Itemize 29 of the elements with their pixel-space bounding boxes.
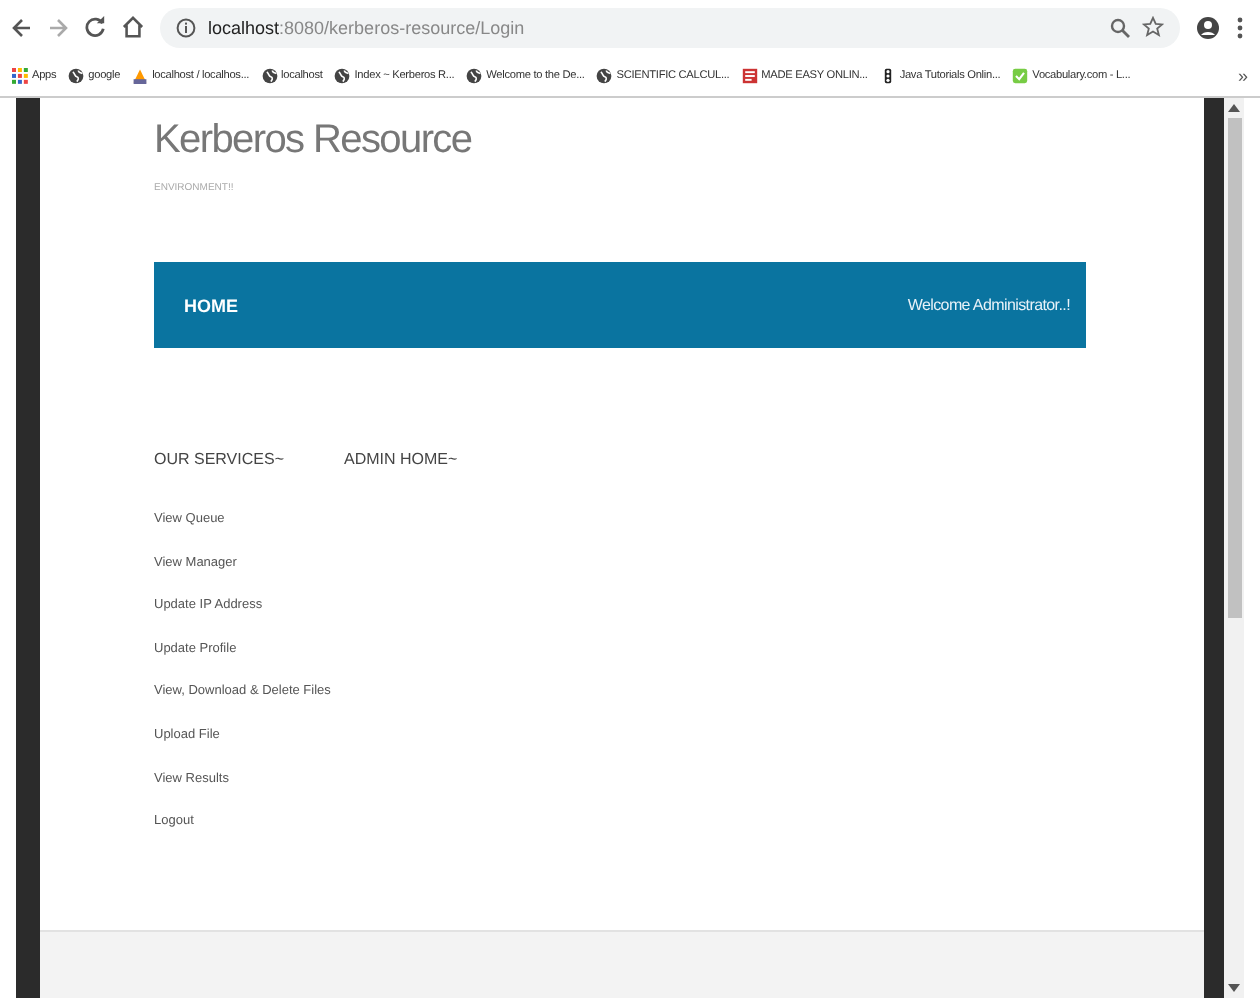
sail-icon bbox=[132, 67, 149, 83]
dropdown-menu-link[interactable]: ADMIN HOME~ bbox=[343, 450, 458, 468]
back-icon[interactable] bbox=[12, 17, 32, 37]
apps-grid-icon bbox=[12, 67, 28, 83]
reload-icon[interactable] bbox=[84, 16, 106, 38]
scrollbar[interactable] bbox=[1224, 98, 1244, 998]
check-icon bbox=[1012, 67, 1029, 83]
document-icon bbox=[741, 67, 758, 83]
globe-icon bbox=[68, 67, 85, 83]
scroll-thumb[interactable] bbox=[1227, 118, 1241, 618]
home-link[interactable]: HOME bbox=[184, 295, 238, 315]
info-icon bbox=[176, 17, 196, 37]
url-text: localhost:8080/kerberos-resource/Login bbox=[208, 17, 525, 37]
dropdown-menu-link[interactable]: OUR SERVICES~ bbox=[154, 450, 284, 468]
home-icon[interactable] bbox=[122, 16, 144, 38]
traffic-light-icon bbox=[879, 67, 896, 83]
menu-icon[interactable] bbox=[1236, 15, 1244, 39]
globe-icon bbox=[596, 67, 613, 83]
scroll-down-icon[interactable] bbox=[1228, 984, 1240, 992]
star-icon[interactable] bbox=[1142, 16, 1164, 38]
welcome-text: Welcome Administrator..! bbox=[907, 296, 1070, 314]
address-bar[interactable]: localhost:8080/kerberos-resource/Login bbox=[160, 7, 1180, 47]
more-bookmarks-button[interactable]: » bbox=[1237, 65, 1248, 85]
globe-icon bbox=[261, 67, 278, 83]
zoom-icon[interactable] bbox=[1110, 17, 1130, 37]
globe-icon bbox=[334, 67, 351, 83]
globe-icon bbox=[466, 67, 483, 83]
site-title: Kerberos Resource bbox=[154, 116, 472, 166]
profile-icon[interactable] bbox=[1196, 15, 1220, 39]
